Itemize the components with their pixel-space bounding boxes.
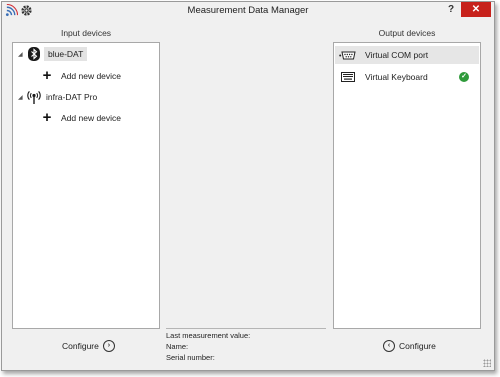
keyboard-icon xyxy=(341,72,355,82)
info-divider xyxy=(166,328,326,329)
name-label: Name: xyxy=(166,342,189,351)
input-devices-panel: ◢ blue-DAT + Add new device ◢ infra-DAT … xyxy=(12,42,160,329)
serial-number-label: Serial number: xyxy=(166,353,215,362)
resize-grip[interactable] xyxy=(483,359,491,367)
arrow-right-circle-icon: › xyxy=(102,340,115,352)
output-device-label: Virtual Keyboard xyxy=(365,72,428,82)
serial-port-icon xyxy=(339,51,356,59)
help-button[interactable]: ? xyxy=(444,3,458,17)
tree-item-blue-dat[interactable]: blue-DAT xyxy=(27,46,88,62)
arrow-left-circle-icon: ‹ xyxy=(383,340,395,352)
configure-input-button[interactable]: Configure › xyxy=(62,340,115,352)
bluetooth-icon xyxy=(28,47,40,61)
active-check-icon: ✓ xyxy=(459,72,469,82)
add-device-label: Add new device xyxy=(61,71,122,81)
configure-label: Configure xyxy=(62,341,99,351)
collapse-triangle-icon[interactable]: ◢ xyxy=(18,51,23,58)
close-button[interactable]: ✕ xyxy=(461,2,491,17)
output-devices-heading: Output devices xyxy=(378,28,436,38)
collapse-triangle-icon[interactable]: ◢ xyxy=(18,94,23,101)
device-name-label: infra-DAT Pro xyxy=(46,92,98,102)
window-title: Measurement Data Manager xyxy=(187,5,309,16)
main-window: Measurement Data Manager ? ✕ Input devic… xyxy=(1,1,495,371)
output-item-virtual-keyboard[interactable]: Virtual Keyboard ✓ xyxy=(335,68,479,86)
add-device-button[interactable]: + Add new device xyxy=(41,110,121,126)
output-item-virtual-com-port[interactable]: Virtual COM port xyxy=(335,46,479,64)
output-device-label: Virtual COM port xyxy=(365,50,429,60)
last-measurement-label: Last measurement value: xyxy=(166,331,251,340)
plus-icon: + xyxy=(42,67,52,84)
configure-output-button[interactable]: ‹ Configure xyxy=(383,340,436,352)
title-bar: Measurement Data Manager ? ✕ xyxy=(2,2,494,19)
tree-item-infra-dat-pro[interactable]: infra-DAT Pro xyxy=(27,89,97,105)
add-device-button[interactable]: + Add new device xyxy=(41,68,121,84)
infrared-icon xyxy=(27,91,41,104)
add-device-label: Add new device xyxy=(61,113,122,123)
input-devices-heading: Input devices xyxy=(60,28,112,38)
device-name-label: blue-DAT xyxy=(44,47,88,61)
output-devices-panel: Virtual COM port Virtual Keyboard ✓ xyxy=(333,42,481,329)
plus-icon: + xyxy=(42,109,52,126)
configure-label: Configure xyxy=(399,341,436,351)
